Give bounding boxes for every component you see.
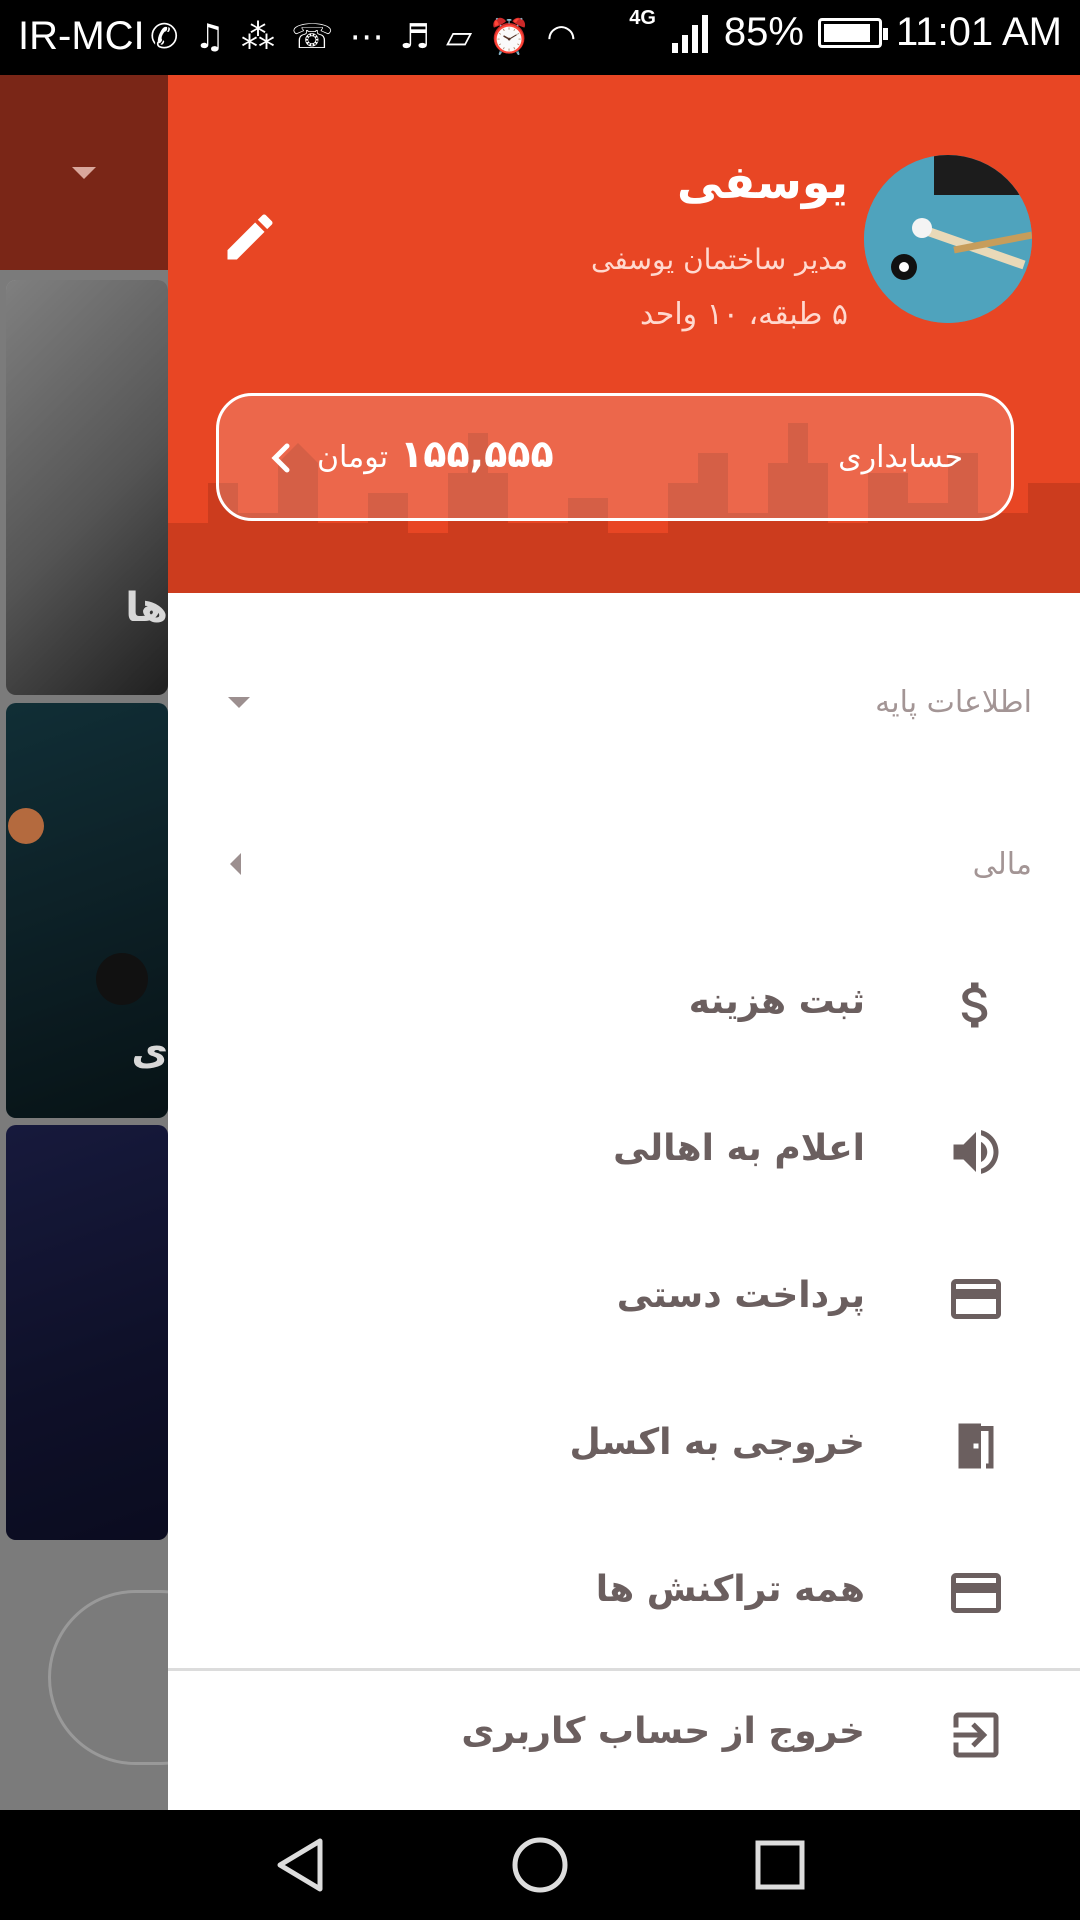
- rotate-icon: ▱: [446, 17, 473, 57]
- navigation-drawer: یوسفی مدیر ساختمان یوسفی ۵ طبقه، ۱۰ واحد…: [168, 75, 1080, 1810]
- wifi-icon: ◠: [546, 17, 577, 57]
- menu-item-label: خروجی به اکسل: [569, 1422, 865, 1463]
- recents-icon[interactable]: [750, 1835, 810, 1895]
- notification-icons: ✆ ♫ ⁂ ☏ ⋯ ♬ ▱ ⏰ ◠: [150, 12, 576, 62]
- speaker-icon: [953, 1130, 999, 1174]
- account-balance: ۱۵۵,۵۵۵: [400, 432, 554, 476]
- clock: 11:01 AM: [895, 10, 1062, 54]
- currency-label: تومان: [317, 440, 389, 475]
- more-icon: ⋯: [349, 17, 384, 57]
- accounting-button[interactable]: حسابداری تومان ۱۵۵,۵۵۵: [216, 393, 1014, 521]
- headset-icon: ♫: [194, 17, 225, 57]
- menu-item-manual-payment[interactable]: پرداخت دستی: [168, 1249, 1080, 1349]
- home-icon[interactable]: [510, 1835, 570, 1895]
- expand-icon: [228, 697, 250, 708]
- credit-card-icon: [951, 1573, 1001, 1613]
- background-app: ها ی: [0, 75, 168, 1810]
- section-title: اطلاعات پایه: [875, 685, 1032, 720]
- card-label: ی: [131, 1028, 168, 1074]
- logout-button[interactable]: خروج از حساب کاربری: [168, 1685, 1080, 1785]
- collapse-icon: [230, 853, 241, 875]
- section-title: مالی: [972, 847, 1032, 882]
- logout-icon: [953, 1712, 999, 1758]
- whatsapp-icon: ✆: [150, 17, 179, 57]
- background-fab: [48, 1590, 168, 1765]
- menu-item-label: همه تراکنش ها: [595, 1569, 865, 1610]
- signal-icon: [671, 14, 708, 53]
- battery-icon: [817, 17, 888, 48]
- background-card: [6, 1125, 168, 1540]
- carrier-name: IR-MCI: [18, 14, 145, 58]
- user-avatar[interactable]: [864, 155, 1032, 323]
- menu-item-notify-residents[interactable]: اعلام به اهالی: [168, 1102, 1080, 1202]
- network-type: 4G: [629, 7, 656, 29]
- menu-item-export-excel[interactable]: خروجی به اکسل: [168, 1396, 1080, 1496]
- logout-label: خروج از حساب کاربری: [461, 1711, 865, 1752]
- chevron-left-icon: [271, 443, 290, 473]
- background-card: ها: [6, 280, 168, 695]
- footsteps-icon: ⁂: [240, 17, 275, 57]
- divider: [168, 1668, 1080, 1671]
- missed-call-icon: ☏: [290, 17, 334, 57]
- alarm-icon: ⏰: [488, 17, 531, 57]
- door-exit-icon: [958, 1423, 994, 1469]
- back-icon[interactable]: [270, 1835, 330, 1895]
- caret-down-icon: [72, 167, 96, 179]
- navigation-bar: [0, 1810, 1080, 1920]
- building-units: ۵ طبقه، ۱۰ واحد: [640, 297, 848, 332]
- background-card: ی: [6, 703, 168, 1118]
- dollar-icon: [961, 982, 988, 1028]
- menu-item-label: پرداخت دستی: [616, 1275, 865, 1316]
- accounting-label: حسابداری: [838, 440, 963, 475]
- menu-item-all-transactions[interactable]: همه تراکنش ها: [168, 1543, 1080, 1643]
- credit-card-icon: [951, 1279, 1001, 1319]
- headphones-icon: ♬: [399, 17, 430, 57]
- user-role: مدیر ساختمان یوسفی: [591, 243, 848, 276]
- status-bar: IR-MCI ✆ ♫ ⁂ ☏ ⋯ ♬ ▱ ⏰ ◠ 4G 85% 11:01 AM: [0, 0, 1080, 75]
- section-basic-info[interactable]: اطلاعات پایه: [168, 675, 1080, 735]
- battery-percent: 85%: [723, 10, 804, 54]
- drawer-header: یوسفی مدیر ساختمان یوسفی ۵ طبقه، ۱۰ واحد…: [168, 75, 1080, 593]
- section-financial[interactable]: مالی: [168, 837, 1080, 897]
- menu-item-label: ثبت هزینه: [688, 981, 865, 1022]
- user-name: یوسفی: [677, 155, 848, 209]
- background-toolbar: [0, 75, 168, 270]
- menu-item-label: اعلام به اهالی: [613, 1128, 865, 1169]
- card-label: ها: [125, 585, 168, 631]
- menu-item-record-expense[interactable]: ثبت هزینه: [168, 955, 1080, 1055]
- edit-icon[interactable]: [220, 207, 280, 267]
